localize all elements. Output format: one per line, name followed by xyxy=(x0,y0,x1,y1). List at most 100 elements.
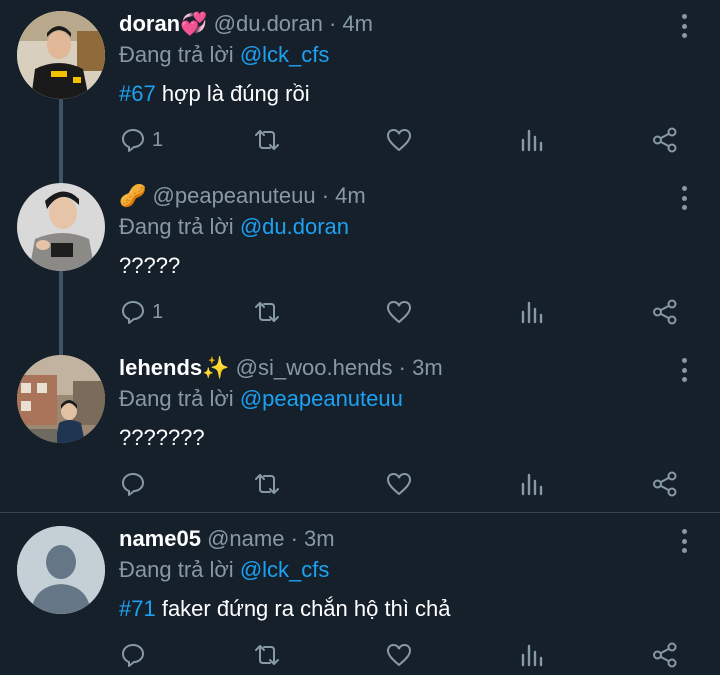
hashtag-link[interactable]: #71 xyxy=(119,596,156,621)
user-handle[interactable]: @du.doran xyxy=(214,11,323,36)
reply-button[interactable]: 1 xyxy=(120,297,163,327)
timestamp[interactable]: 4m xyxy=(335,183,366,208)
analytics-icon xyxy=(521,129,543,152)
reply-to-link[interactable]: @du.doran xyxy=(240,214,349,239)
tweet-body-text: ??????? xyxy=(119,425,205,450)
tweet-body-text: hợp là đúng rồi xyxy=(155,81,310,106)
reply-context: Đang trả lời @lck_cfs xyxy=(119,42,329,68)
share-icon xyxy=(653,127,677,153)
avatar[interactable] xyxy=(17,183,105,271)
like-button[interactable] xyxy=(386,640,412,670)
more-options-icon[interactable] xyxy=(672,12,696,40)
reply-prefix: Đang trả lời xyxy=(119,42,234,67)
share-button[interactable] xyxy=(652,297,678,327)
separator: · xyxy=(328,11,337,36)
timestamp[interactable]: 3m xyxy=(304,526,335,551)
display-name[interactable]: doran xyxy=(119,11,180,36)
tweet-actions: 1 xyxy=(0,125,720,155)
tweet-actions: 1 xyxy=(0,297,720,327)
avatar[interactable] xyxy=(17,355,105,443)
user-handle[interactable]: @si_woo.hends xyxy=(236,355,393,380)
reply-icon xyxy=(122,644,144,667)
hashtag-link[interactable]: #67 xyxy=(119,81,156,106)
tweet-text: ????? xyxy=(119,253,180,279)
tweet-actions xyxy=(0,640,720,670)
reply-to-link[interactable]: @lck_cfs xyxy=(240,42,330,67)
like-button[interactable] xyxy=(386,469,412,499)
more-options-icon[interactable] xyxy=(672,184,696,212)
timestamp[interactable]: 3m xyxy=(412,355,443,380)
analytics-icon xyxy=(521,301,543,324)
user-handle[interactable]: @peapeanuteuu xyxy=(153,183,316,208)
tweet-actions xyxy=(0,469,720,499)
separator: · xyxy=(398,355,406,380)
tweet[interactable]: doran💞 @du.doran · 4m Đang trả lời @lck_… xyxy=(0,0,720,170)
share-icon xyxy=(653,642,677,668)
share-button[interactable] xyxy=(652,469,678,499)
retweet-button[interactable] xyxy=(253,469,281,499)
tweet-header: 🥜 @peapeanuteuu · 4m xyxy=(119,183,366,209)
reply-button[interactable] xyxy=(120,640,146,670)
user-handle[interactable]: @name xyxy=(207,526,284,551)
reply-icon xyxy=(122,473,144,496)
avatar[interactable] xyxy=(17,11,105,99)
tweet-text: #71 faker đứng ra chắn hộ thì chả xyxy=(119,596,451,622)
reply-button[interactable] xyxy=(120,469,146,499)
avatar-default[interactable] xyxy=(17,526,105,614)
retweet-button[interactable] xyxy=(253,640,281,670)
tweet[interactable]: 🥜 @peapeanuteuu · 4m Đang trả lời @du.do… xyxy=(0,172,720,342)
reply-count: 1 xyxy=(152,300,164,323)
name-emoji: ✨ xyxy=(202,356,230,381)
tweet-text: #67 hợp là đúng rồi xyxy=(119,81,310,107)
reply-button[interactable]: 1 xyxy=(120,125,163,155)
like-icon xyxy=(387,644,411,666)
more-options-icon[interactable] xyxy=(672,527,696,555)
retweet-button[interactable] xyxy=(253,297,281,327)
like-icon xyxy=(387,129,411,151)
reply-count: 1 xyxy=(152,128,164,151)
like-icon xyxy=(387,473,411,495)
display-name[interactable]: lehends xyxy=(119,355,202,380)
tweet-header: name05 @name · 3m xyxy=(119,526,335,552)
retweet-button[interactable] xyxy=(253,125,281,155)
timestamp[interactable]: 4m xyxy=(342,11,373,36)
tweet-body-text: ????? xyxy=(119,253,181,278)
separator: · xyxy=(290,526,298,551)
tweet-header: lehends✨ @si_woo.hends · 3m xyxy=(119,355,443,381)
retweet-icon xyxy=(255,474,279,494)
reply-prefix: Đang trả lời xyxy=(119,214,234,239)
reply-prefix: Đang trả lời xyxy=(119,557,234,582)
divider xyxy=(0,512,720,513)
tweet[interactable]: name05 @name · 3m Đang trả lời @lck_cfs … xyxy=(0,515,720,675)
analytics-button[interactable] xyxy=(520,125,544,155)
analytics-button[interactable] xyxy=(520,469,544,499)
reply-to-link[interactable]: @peapeanuteuu xyxy=(240,386,403,411)
retweet-icon xyxy=(255,130,279,150)
tweet-text: ??????? xyxy=(119,425,205,451)
more-options-icon[interactable] xyxy=(672,356,696,384)
reply-to-link[interactable]: @lck_cfs xyxy=(240,557,330,582)
reply-icon xyxy=(122,129,144,152)
name-emoji: 💞 xyxy=(180,12,208,37)
separator: · xyxy=(321,183,330,208)
retweet-icon xyxy=(255,302,279,322)
like-button[interactable] xyxy=(386,125,412,155)
like-icon xyxy=(387,301,411,323)
reply-context: Đang trả lời @peapeanuteuu xyxy=(119,386,403,412)
share-button[interactable] xyxy=(652,640,678,670)
analytics-icon xyxy=(521,644,543,667)
display-name[interactable]: name05 xyxy=(119,526,201,551)
tweet[interactable]: lehends✨ @si_woo.hends · 3m Đang trả lời… xyxy=(0,344,720,512)
share-button[interactable] xyxy=(652,125,678,155)
reply-context: Đang trả lời @lck_cfs xyxy=(119,557,329,583)
share-icon xyxy=(653,471,677,497)
name-emoji: 🥜 xyxy=(119,184,147,209)
tweet-body-text: faker đứng ra chắn hộ thì chả xyxy=(155,596,451,621)
share-icon xyxy=(653,299,677,325)
analytics-button[interactable] xyxy=(520,297,544,327)
like-button[interactable] xyxy=(386,297,412,327)
retweet-icon xyxy=(255,645,279,665)
analytics-button[interactable] xyxy=(520,640,544,670)
reply-context: Đang trả lời @du.doran xyxy=(119,214,349,240)
tweet-header: doran💞 @du.doran · 4m xyxy=(119,11,373,37)
